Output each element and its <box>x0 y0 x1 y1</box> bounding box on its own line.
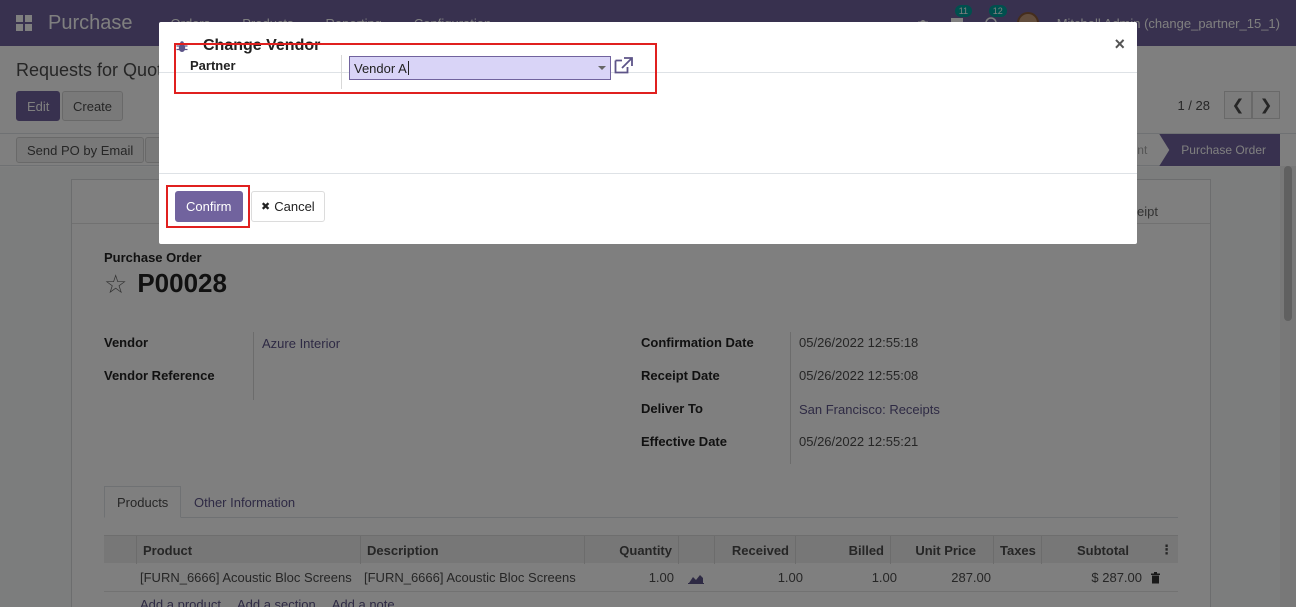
partner-select-input[interactable]: Vendor A <box>349 56 611 80</box>
cancel-button-label: Cancel <box>274 199 315 214</box>
partner-select-value: Vendor A <box>354 60 407 76</box>
text-cursor <box>407 61 409 75</box>
change-vendor-dialog: Change Vendor × Partner Vendor A Confirm… <box>159 22 1137 244</box>
partner-label: Partner <box>190 58 236 73</box>
close-x-icon: ✖ <box>261 201 271 213</box>
external-link-icon[interactable] <box>614 57 633 77</box>
chevron-down-icon[interactable] <box>598 66 606 70</box>
close-icon[interactable]: × <box>1114 34 1125 55</box>
confirm-button[interactable]: Confirm <box>175 191 243 222</box>
field-separator <box>341 55 342 89</box>
cancel-button[interactable]: ✖ Cancel <box>251 191 325 222</box>
